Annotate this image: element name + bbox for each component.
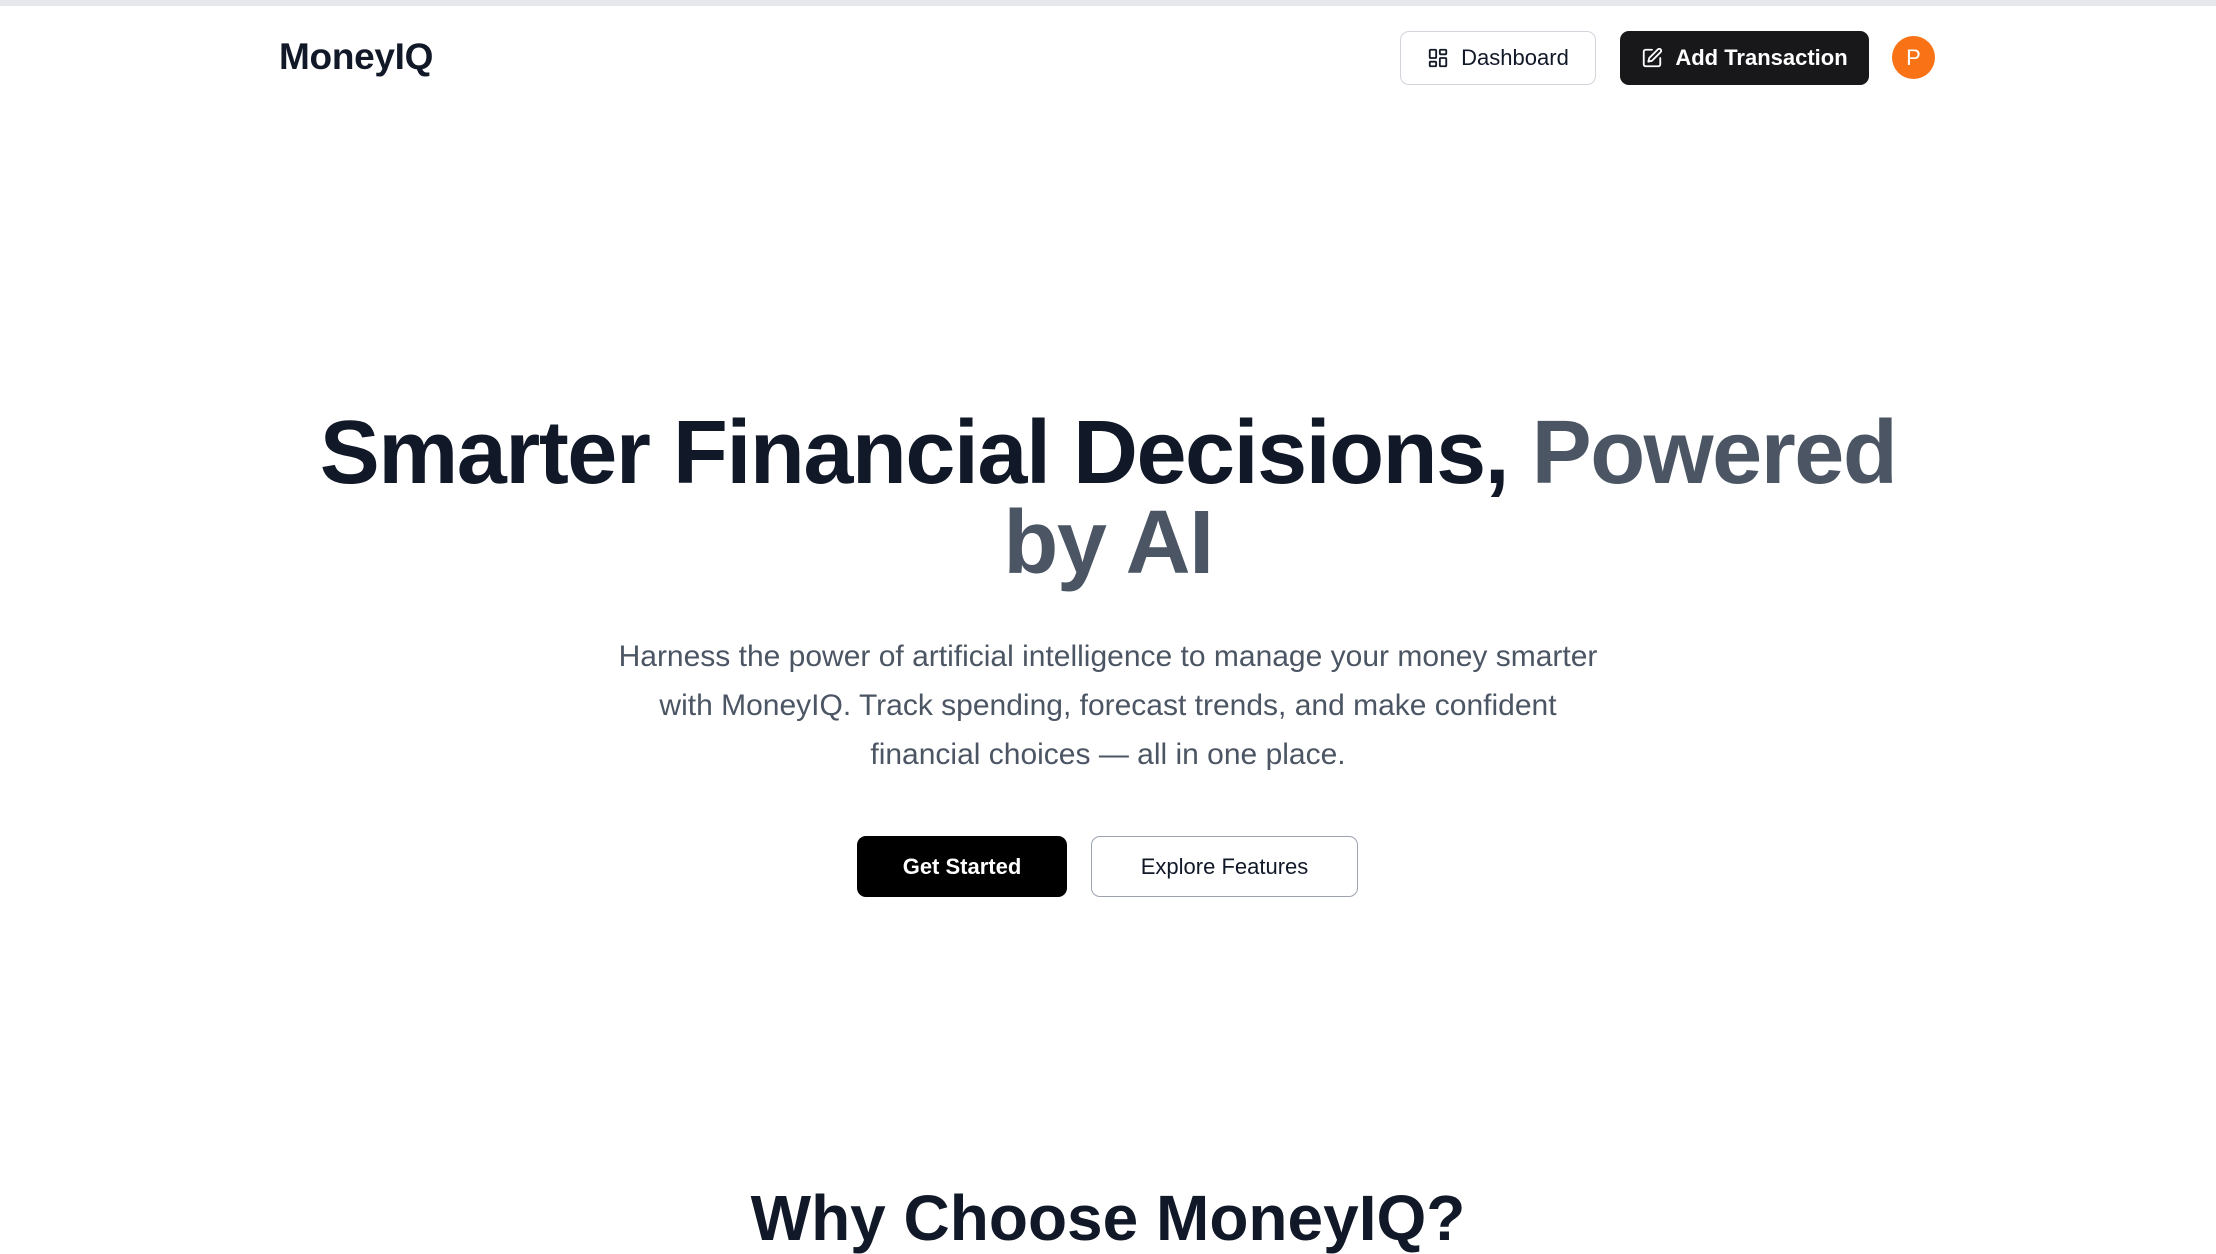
get-started-button[interactable]: Get Started xyxy=(857,836,1067,897)
layout-grid-icon xyxy=(1427,47,1449,69)
features-section-heading: Why Choose MoneyIQ? xyxy=(750,1182,1466,1254)
brand-logo[interactable]: MoneyIQ xyxy=(279,36,433,78)
hero-title-main: Smarter Financial Decisions, xyxy=(319,403,1532,503)
edit-icon xyxy=(1641,47,1663,69)
dashboard-button-label: Dashboard xyxy=(1461,45,1569,70)
dashboard-button[interactable]: Dashboard xyxy=(1400,31,1596,85)
hero-title: Smarter Financial Decisions, Powered by … xyxy=(0,408,2216,588)
hero-title-accent-line2: by AI xyxy=(1003,493,1214,593)
add-transaction-button[interactable]: Add Transaction xyxy=(1620,31,1869,85)
site-header: MoneyIQ Dashboard Add Transaction P xyxy=(0,6,2216,108)
explore-features-button[interactable]: Explore Features xyxy=(1091,836,1358,897)
hero-subtitle: Harness the power of artificial intellig… xyxy=(618,640,1598,771)
add-transaction-label: Add Transaction xyxy=(1675,45,1848,70)
user-avatar[interactable]: P xyxy=(1892,36,1935,79)
hero-title-accent: Powered xyxy=(1531,403,1898,503)
